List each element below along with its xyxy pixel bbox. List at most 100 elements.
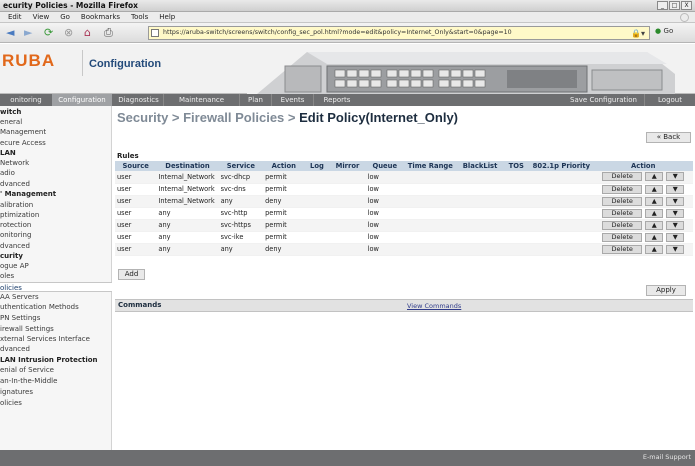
move-down-icon[interactable]: ▼ xyxy=(666,196,685,206)
sidebar-item[interactable]: oles xyxy=(0,271,112,281)
add-rule-button[interactable]: Add xyxy=(118,269,145,280)
tab-maintenance[interactable]: Maintenance xyxy=(164,94,240,106)
sidebar-item[interactable]: Network xyxy=(0,158,112,168)
page-title-current: Edit Policy(Internet_Only) xyxy=(299,110,459,125)
menu-bookmarks[interactable]: Bookmarks xyxy=(81,12,120,22)
sidebar-item[interactable]: dvanced xyxy=(0,179,112,189)
tab-events[interactable]: Events xyxy=(272,94,314,106)
sidebar-item[interactable]: ptimization xyxy=(0,210,112,220)
table-cell: permit xyxy=(263,183,305,196)
minimize-button[interactable]: _ xyxy=(657,1,668,10)
menu-help[interactable]: Help xyxy=(159,12,175,22)
save-configuration-button[interactable]: Save Configuration xyxy=(563,94,645,106)
sidebar-item[interactable]: enial of Service xyxy=(0,365,112,375)
sidebar-item: witch xyxy=(0,108,22,116)
table-cell xyxy=(503,171,530,184)
table-cell xyxy=(503,195,530,208)
table-cell: permit xyxy=(263,231,305,244)
delete-rule-button[interactable]: Delete xyxy=(602,208,643,218)
page-title: Security > Firewall Policies > Edit Poli… xyxy=(117,110,458,125)
reload-icon[interactable]: ⟳ xyxy=(44,26,53,40)
go-button[interactable]: ● Go xyxy=(655,27,673,35)
apply-button[interactable]: Apply xyxy=(646,285,686,296)
tab-diagnostics[interactable]: Diagnostics xyxy=(114,94,164,106)
close-button[interactable]: X xyxy=(681,1,692,10)
menu-edit[interactable]: Edit xyxy=(8,12,22,22)
tab-configuration[interactable]: Configuration xyxy=(52,94,112,106)
sidebar-item[interactable]: ecure Access xyxy=(0,138,112,148)
table-cell: low xyxy=(365,195,404,208)
sidebar-item[interactable]: eneral xyxy=(0,117,112,127)
sidebar-item[interactable]: olicies xyxy=(0,398,112,408)
sidebar-item[interactable]: olicies xyxy=(0,282,112,292)
table-cell xyxy=(403,171,457,184)
security-lock-icon[interactable]: 🔒▾ xyxy=(631,29,645,38)
sidebar-item[interactable]: dvanced xyxy=(0,344,112,354)
url-bar[interactable]: https://aruba-switch/screens/switch/conf… xyxy=(148,26,650,40)
back-button[interactable]: « Back xyxy=(646,132,691,143)
move-down-icon[interactable]: ▼ xyxy=(666,244,685,254)
table-cell xyxy=(456,207,504,220)
delete-rule-button[interactable]: Delete xyxy=(602,220,643,230)
menu-view[interactable]: View xyxy=(33,12,50,22)
move-down-icon[interactable]: ▼ xyxy=(666,184,685,194)
menu-go[interactable]: Go xyxy=(60,12,70,22)
move-down-icon[interactable]: ▼ xyxy=(666,172,685,182)
sidebar-item[interactable]: irewall Settings xyxy=(0,324,112,334)
row-actions-cell: Delete ▲ ▼ xyxy=(593,219,693,232)
sidebar-item[interactable]: uthentication Methods xyxy=(0,302,112,312)
delete-rule-button[interactable]: Delete xyxy=(602,232,643,242)
tab-plan[interactable]: Plan xyxy=(240,94,272,106)
delete-rule-button[interactable]: Delete xyxy=(602,184,643,194)
col-action: Action xyxy=(263,161,305,171)
table-cell xyxy=(529,207,594,220)
print-icon[interactable]: ⎙ xyxy=(104,26,113,40)
back-arrow-icon[interactable]: ◄ xyxy=(6,26,14,40)
forward-arrow-icon[interactable]: ► xyxy=(24,26,32,40)
sidebar-item[interactable]: adio xyxy=(0,168,112,178)
sidebar-item[interactable]: ogue AP xyxy=(0,261,112,271)
move-up-icon[interactable]: ▲ xyxy=(645,172,664,182)
row-actions-cell: Delete ▲ ▼ xyxy=(593,243,693,256)
move-down-icon[interactable]: ▼ xyxy=(666,232,685,242)
tab-monitoring[interactable]: onitoring xyxy=(0,94,52,106)
delete-rule-button[interactable]: Delete xyxy=(602,196,643,206)
sidebar-item[interactable]: AA Servers xyxy=(0,292,112,302)
sidebar-item[interactable]: PN Settings xyxy=(0,313,112,323)
home-icon[interactable]: ⌂ xyxy=(84,26,91,40)
col-row-actions: Action xyxy=(593,161,693,171)
maximize-button[interactable]: □ xyxy=(669,1,680,10)
menu-tools[interactable]: Tools xyxy=(131,12,148,22)
table-cell xyxy=(456,219,504,232)
sidebar-item[interactable]: onitoring xyxy=(0,230,112,240)
move-down-icon[interactable]: ▼ xyxy=(666,208,685,218)
table-cell: permit xyxy=(263,219,305,232)
move-up-icon[interactable]: ▲ xyxy=(645,208,664,218)
sidebar-item[interactable]: Management xyxy=(0,127,112,137)
sidebar-item[interactable]: alibration xyxy=(0,200,112,210)
sidebar-item[interactable]: ignatures xyxy=(0,387,112,397)
sidebar-item[interactable]: xternal Services Interface xyxy=(0,334,112,344)
move-up-icon[interactable]: ▲ xyxy=(645,220,664,230)
row-actions-cell: Delete ▲ ▼ xyxy=(593,207,693,220)
move-up-icon[interactable]: ▲ xyxy=(645,232,664,242)
tab-reports[interactable]: Reports xyxy=(314,94,360,106)
move-up-icon[interactable]: ▲ xyxy=(645,196,664,206)
logout-button[interactable]: Logout xyxy=(645,94,695,106)
table-cell xyxy=(529,243,594,256)
delete-rule-button[interactable]: Delete xyxy=(602,172,643,182)
email-support-link[interactable]: E-mail Support xyxy=(643,453,691,461)
move-up-icon[interactable]: ▲ xyxy=(645,184,664,194)
delete-rule-button[interactable]: Delete xyxy=(602,244,643,254)
view-commands-link[interactable]: View Commands xyxy=(407,302,461,310)
sidebar-item[interactable]: rotection xyxy=(0,220,112,230)
move-down-icon[interactable]: ▼ xyxy=(666,220,685,230)
sidebar-item[interactable]: dvanced xyxy=(0,241,112,251)
sidebar-item: LAN Intrusion Protection xyxy=(0,356,98,364)
table-row: user any svc-ike permit low Delete ▲ ▼ xyxy=(115,231,693,244)
table-cell: user xyxy=(115,219,157,232)
main-content: Security > Firewall Policies > Edit Poli… xyxy=(113,106,695,450)
move-up-icon[interactable]: ▲ xyxy=(645,244,664,254)
sidebar-item[interactable]: an-In-the-Middle xyxy=(0,376,112,386)
stop-icon[interactable]: ⊗ xyxy=(64,26,73,40)
